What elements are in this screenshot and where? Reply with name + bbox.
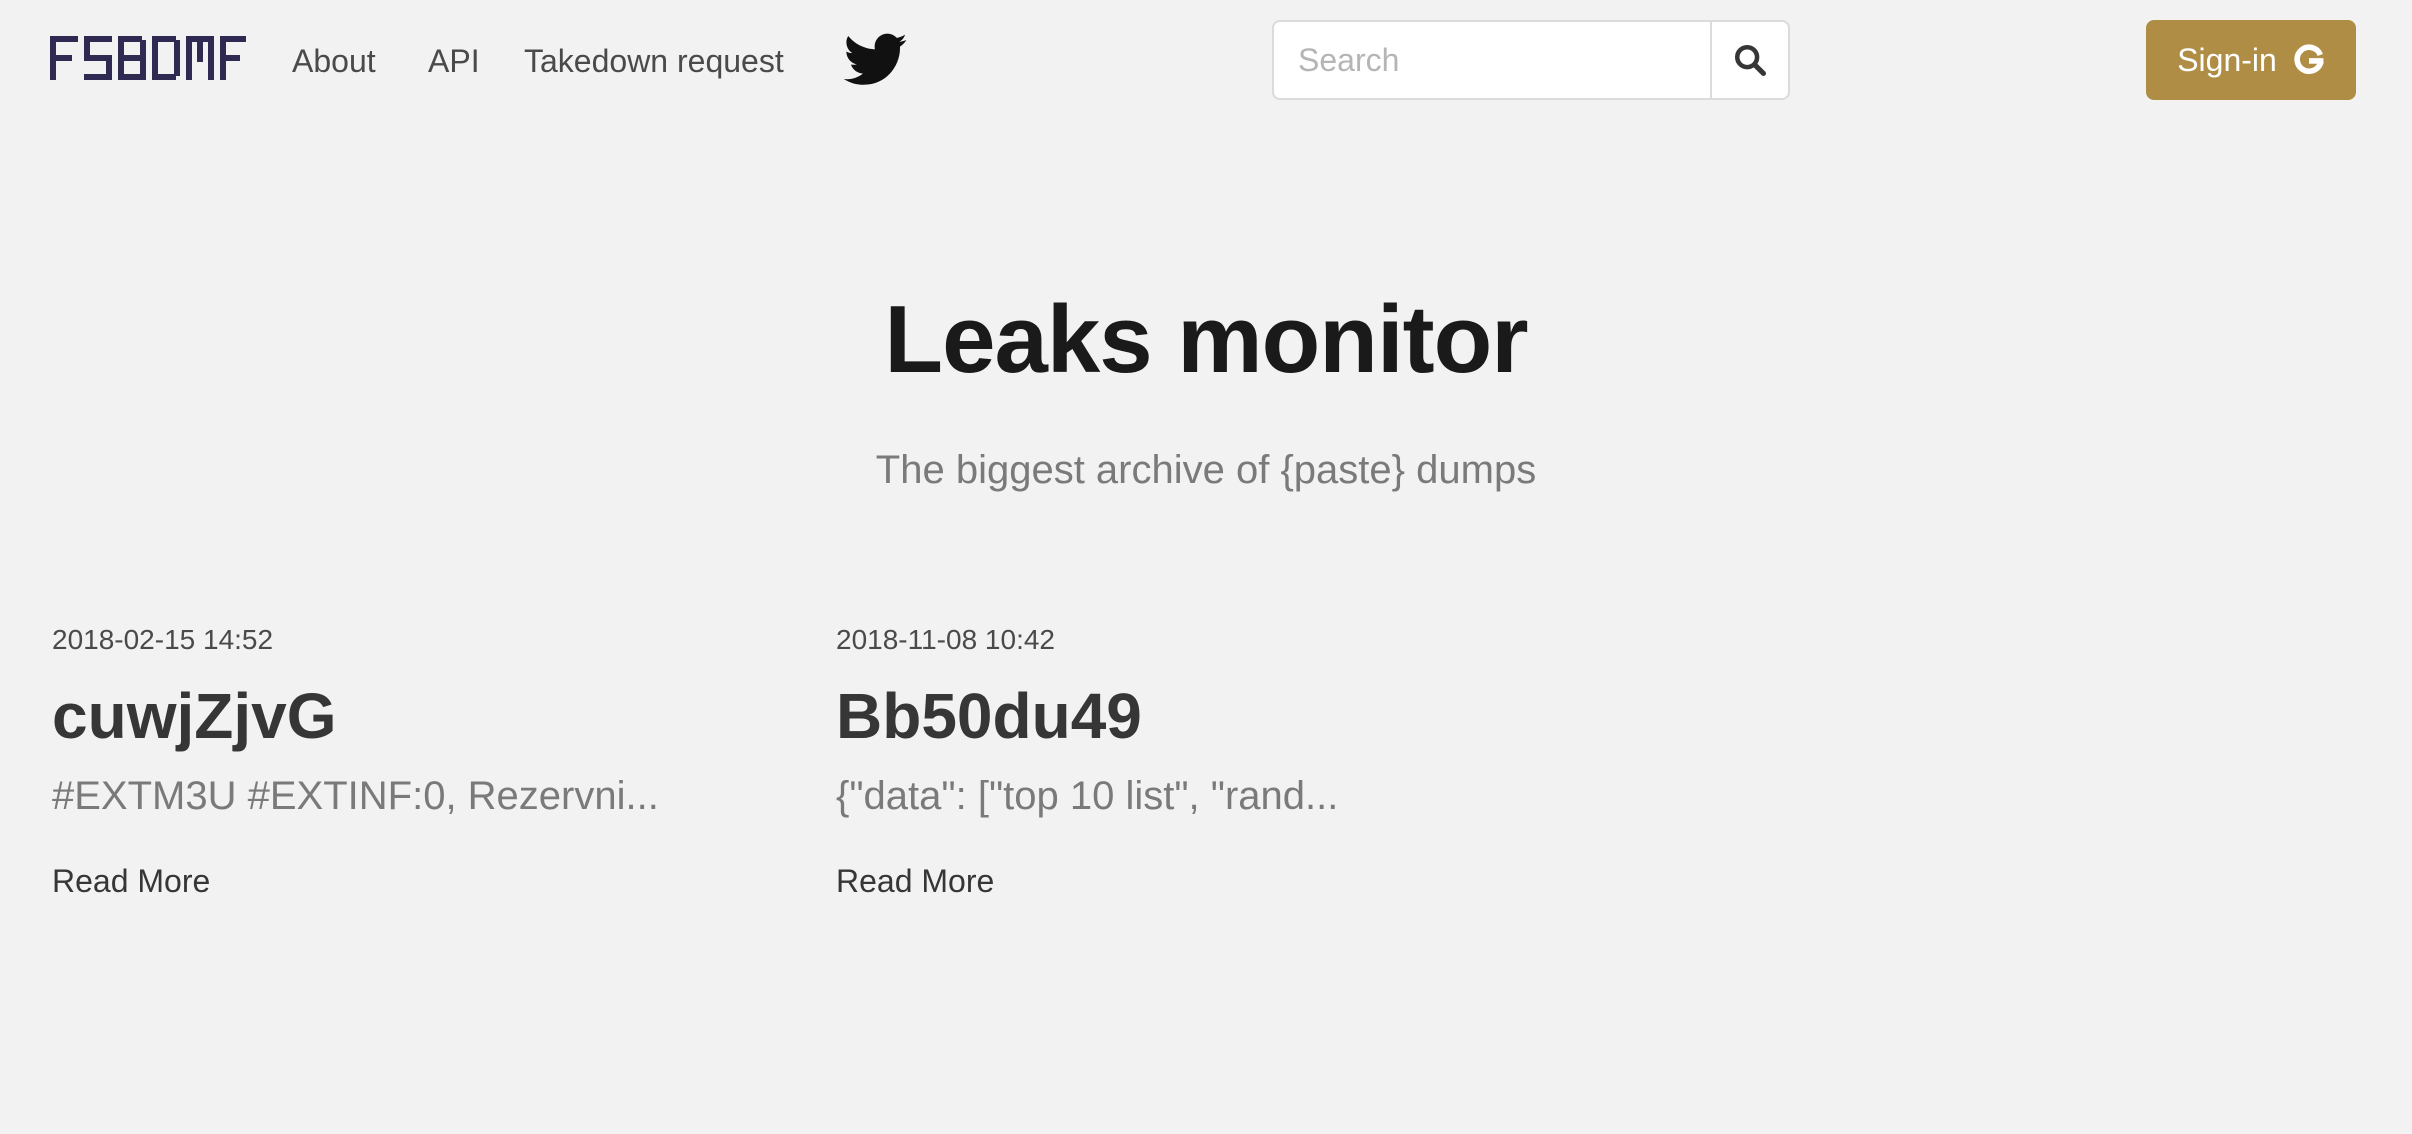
search-input[interactable] <box>1272 20 1712 100</box>
read-more-link[interactable]: Read More <box>52 858 210 904</box>
nav-link-about[interactable]: About <box>292 38 376 84</box>
magnifier-icon <box>1734 44 1767 77</box>
logo-graphic <box>50 36 246 80</box>
post-card: 2018-02-15 14:52 cuwjZjvG #EXTM3U #EXTIN… <box>52 612 772 904</box>
post-excerpt: #EXTM3U #EXTINF:0, Rezervni... <box>52 774 659 818</box>
post-date: 2018-11-08 10:42 <box>836 624 1055 655</box>
google-g-icon <box>2294 44 2324 75</box>
read-more-link[interactable]: Read More <box>836 858 994 904</box>
sign-in-label: Sign-in <box>2177 41 2277 78</box>
post-excerpt: {"data": ["top 10 list", "rand... <box>836 774 1339 818</box>
search-button[interactable] <box>1710 20 1790 100</box>
sign-in-button[interactable]: Sign-in <box>2146 20 2356 100</box>
nav-link-api[interactable]: API <box>428 38 480 84</box>
post-title[interactable]: Bb50du49 <box>836 676 1556 756</box>
twitter-bird-icon <box>843 33 907 85</box>
top-navbar: About API Takedown request Sign-in <box>0 0 2412 122</box>
page-title: Leaks monitor <box>884 286 1528 393</box>
page-subtitle: The biggest archive of {paste} dumps <box>875 448 1537 492</box>
post-card: 2018-11-08 10:42 Bb50du49 {"data": ["top… <box>836 612 1556 904</box>
post-date: 2018-02-15 14:52 <box>52 624 274 655</box>
post-title[interactable]: cuwjZjvG <box>52 676 772 756</box>
twitter-icon[interactable] <box>843 32 908 88</box>
nav-link-takedown-request[interactable]: Takedown request <box>524 38 784 84</box>
site-logo[interactable] <box>50 36 246 80</box>
